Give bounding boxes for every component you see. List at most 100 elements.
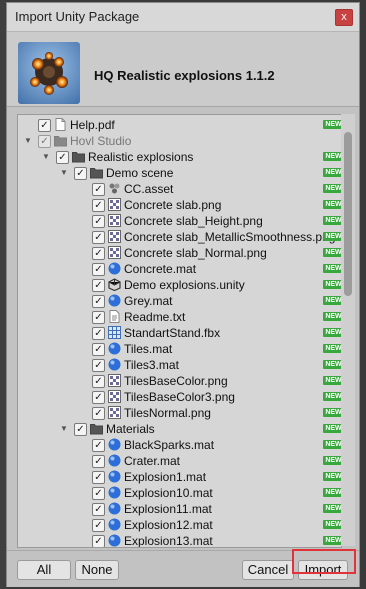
include-checkbox[interactable]: ✓ [92, 231, 105, 244]
new-badge: NEW [323, 360, 341, 369]
file-icon [54, 118, 67, 131]
material-icon [108, 454, 121, 467]
folder-icon [54, 134, 67, 147]
include-checkbox[interactable]: ✓ [92, 247, 105, 260]
tree-file-row[interactable]: ✓ Concrete slab.png NEW [18, 198, 341, 214]
new-badge: NEW [323, 120, 341, 129]
tree-file-row[interactable]: ✓ Crater.mat NEW [18, 454, 341, 470]
unity-icon [108, 278, 121, 292]
include-checkbox[interactable]: ✓ [92, 263, 105, 276]
select-none-button[interactable]: None [75, 560, 119, 580]
select-all-button[interactable]: All [17, 560, 71, 580]
tree-file-row[interactable]: ✓ Concrete slab_Normal.png NEW [18, 246, 341, 262]
tree-file-row[interactable]: ✓ Explosion11.mat NEW [18, 502, 341, 518]
include-checkbox[interactable]: ✓ [74, 423, 87, 436]
new-badge: NEW [323, 344, 341, 353]
include-checkbox[interactable]: ✓ [38, 135, 51, 148]
tree-file-row[interactable]: ✓ Explosion12.mat NEW [18, 518, 341, 534]
tree-file-row[interactable]: ✓ Tiles.mat NEW [18, 342, 341, 358]
tree-scrollbar[interactable] [341, 114, 355, 546]
cancel-button[interactable]: Cancel [242, 560, 294, 580]
new-badge: NEW [323, 424, 341, 433]
new-badge: NEW [323, 168, 341, 177]
tree-folder-row[interactable]: ▼ ✓ Realistic explosions NEW [18, 150, 341, 166]
include-checkbox[interactable]: ✓ [92, 455, 105, 468]
new-badge: NEW [323, 328, 341, 337]
include-checkbox[interactable]: ✓ [38, 119, 51, 132]
close-button[interactable]: x [335, 9, 353, 26]
texture-icon [108, 374, 121, 387]
expand-arrow-icon[interactable]: ▼ [42, 152, 51, 162]
mesh-icon [108, 326, 121, 339]
expand-arrow-icon[interactable]: ▼ [60, 424, 69, 434]
tree-folder-row[interactable]: ▼ ✓ Materials NEW [18, 422, 341, 438]
new-badge: NEW [323, 456, 341, 465]
include-checkbox[interactable]: ✓ [92, 391, 105, 404]
include-checkbox[interactable]: ✓ [92, 439, 105, 452]
tree-file-row[interactable]: ✓ BlackSparks.mat NEW [18, 438, 341, 454]
import-highlight-box [292, 549, 356, 574]
include-checkbox[interactable]: ✓ [92, 487, 105, 500]
tree-file-row[interactable]: ✓ Readme.txt NEW [18, 310, 341, 326]
asset-icon [108, 182, 121, 195]
tree-file-row[interactable]: ✓ Concrete slab_Height.png NEW [18, 214, 341, 230]
new-badge: NEW [323, 408, 341, 417]
scrollbar-thumb[interactable] [344, 132, 352, 296]
tree-item-label: Concrete slab.png [124, 198, 222, 212]
include-checkbox[interactable]: ✓ [56, 151, 69, 164]
tree-file-row[interactable]: ✓ Help.pdf NEW [18, 118, 341, 134]
tree-item-label: Tiles.mat [124, 342, 173, 356]
tree-item-label: TilesNormal.png [124, 406, 211, 420]
material-icon [108, 262, 121, 275]
tree-item-label: Explosion13.mat [124, 534, 213, 548]
include-checkbox[interactable]: ✓ [92, 215, 105, 228]
expand-arrow-icon[interactable]: ▼ [24, 136, 33, 146]
include-checkbox[interactable]: ✓ [92, 327, 105, 340]
tree-item-label: Concrete slab_Normal.png [124, 246, 267, 260]
folder-icon [90, 422, 103, 435]
include-checkbox[interactable]: ✓ [74, 167, 87, 180]
tree-file-row[interactable]: ✓ Concrete.mat NEW [18, 262, 341, 278]
tree-file-row[interactable]: ✓ Grey.mat NEW [18, 294, 341, 310]
new-badge: NEW [323, 200, 341, 209]
tree-file-row[interactable]: ✓ TilesNormal.png NEW [18, 406, 341, 422]
expand-arrow-icon[interactable]: ▼ [60, 168, 69, 178]
include-checkbox[interactable]: ✓ [92, 471, 105, 484]
include-checkbox[interactable]: ✓ [92, 375, 105, 388]
include-checkbox[interactable]: ✓ [92, 519, 105, 532]
tree-item-label: Help.pdf [70, 118, 115, 132]
tree-file-row[interactable]: ✓ Explosion1.mat NEW [18, 470, 341, 486]
texture-icon [108, 390, 121, 403]
asset-tree[interactable]: ✓ Help.pdf NEW ▼ ✓ Hovl Studio ▼ ✓ Realistic exp… [17, 114, 342, 548]
include-checkbox[interactable]: ✓ [92, 407, 105, 420]
tree-file-row[interactable]: ✓ Tiles3.mat NEW [18, 358, 341, 374]
tree-folder-row[interactable]: ▼ ✓ Demo scene NEW [18, 166, 341, 182]
tree-file-row[interactable]: ✓ Explosion13.mat NEW [18, 534, 341, 548]
tree-item-label: Hovl Studio [70, 134, 132, 148]
material-icon [108, 486, 121, 499]
tree-item-label: Realistic explosions [88, 150, 194, 164]
tree-folder-row[interactable]: ▼ ✓ Hovl Studio [18, 134, 341, 150]
tree-file-row[interactable]: ✓ Concrete slab_MetallicSmoothness.png NEW [18, 230, 341, 246]
tree-file-row[interactable]: ✓ StandartStand.fbx NEW [18, 326, 341, 342]
include-checkbox[interactable]: ✓ [92, 279, 105, 292]
tree-file-row[interactable]: ✓ TilesBaseColor3.png NEW [18, 390, 341, 406]
texture-icon [108, 406, 121, 419]
include-checkbox[interactable]: ✓ [92, 183, 105, 196]
text-icon [108, 310, 121, 323]
tree-file-row[interactable]: ✓ TilesBaseColor.png NEW [18, 374, 341, 390]
tree-item-label: Concrete slab_Height.png [124, 214, 263, 228]
include-checkbox[interactable]: ✓ [92, 503, 105, 516]
tree-file-row[interactable]: ✓ CC.asset NEW [18, 182, 341, 198]
include-checkbox[interactable]: ✓ [92, 295, 105, 308]
tree-item-label: Concrete slab_MetallicSmoothness.png [124, 230, 336, 244]
tree-item-label: CC.asset [124, 182, 174, 196]
include-checkbox[interactable]: ✓ [92, 311, 105, 324]
new-badge: NEW [323, 376, 341, 385]
include-checkbox[interactable]: ✓ [92, 199, 105, 212]
tree-file-row[interactable]: ✓ Demo explosions.unity NEW [18, 278, 341, 294]
include-checkbox[interactable]: ✓ [92, 535, 105, 547]
tree-file-row[interactable]: ✓ Explosion10.mat NEW [18, 486, 341, 502]
include-checkbox[interactable]: ✓ [92, 359, 105, 372]
include-checkbox[interactable]: ✓ [92, 343, 105, 356]
